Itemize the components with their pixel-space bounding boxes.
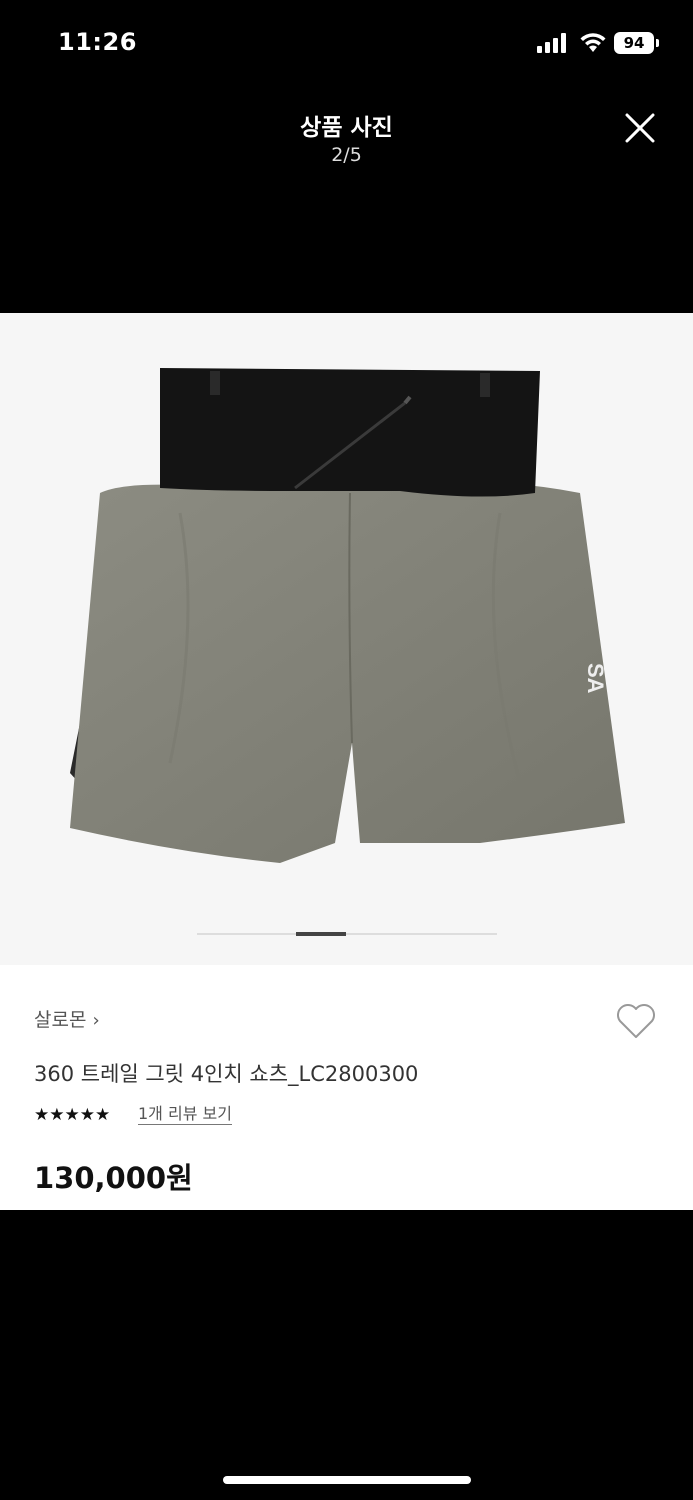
cellular-signal-icon [537,33,566,53]
battery-icon: 94 [614,32,654,54]
heart-icon[interactable] [614,1001,658,1041]
home-indicator [223,1476,471,1484]
svg-text:SA: SA [583,663,608,694]
product-price: 130,000원 [34,1161,193,1195]
gallery-page-indicator-current [296,932,346,936]
image-counter: 2/5 [331,144,362,166]
rating-stars: ★★★★★ [34,1105,111,1125]
status-bar: 11:26 94 [0,0,693,90]
review-link[interactable]: 1개 리뷰 보기 [138,1104,232,1125]
product-image-gallery[interactable]: SA [0,313,693,965]
brand-link[interactable]: 살로몬 › [34,1005,100,1032]
product-info-panel: 살로몬 › 360 트레일 그릿 4인치 쇼츠_LC2800300 ★★★★★ 1… [0,965,693,1210]
chevron-right-icon: › [92,1010,100,1031]
wifi-icon [580,33,606,52]
brand-name: 살로몬 [34,1009,87,1031]
gallery-page-indicator [197,932,497,936]
product-name: 360 트레일 그릿 4인치 쇼츠_LC2800300 [34,1062,419,1086]
close-icon[interactable] [620,108,660,148]
status-time: 11:26 [58,28,137,56]
battery-nub [656,39,659,47]
page-title: 상품 사진 [300,115,393,141]
product-photo: SA [70,368,625,863]
